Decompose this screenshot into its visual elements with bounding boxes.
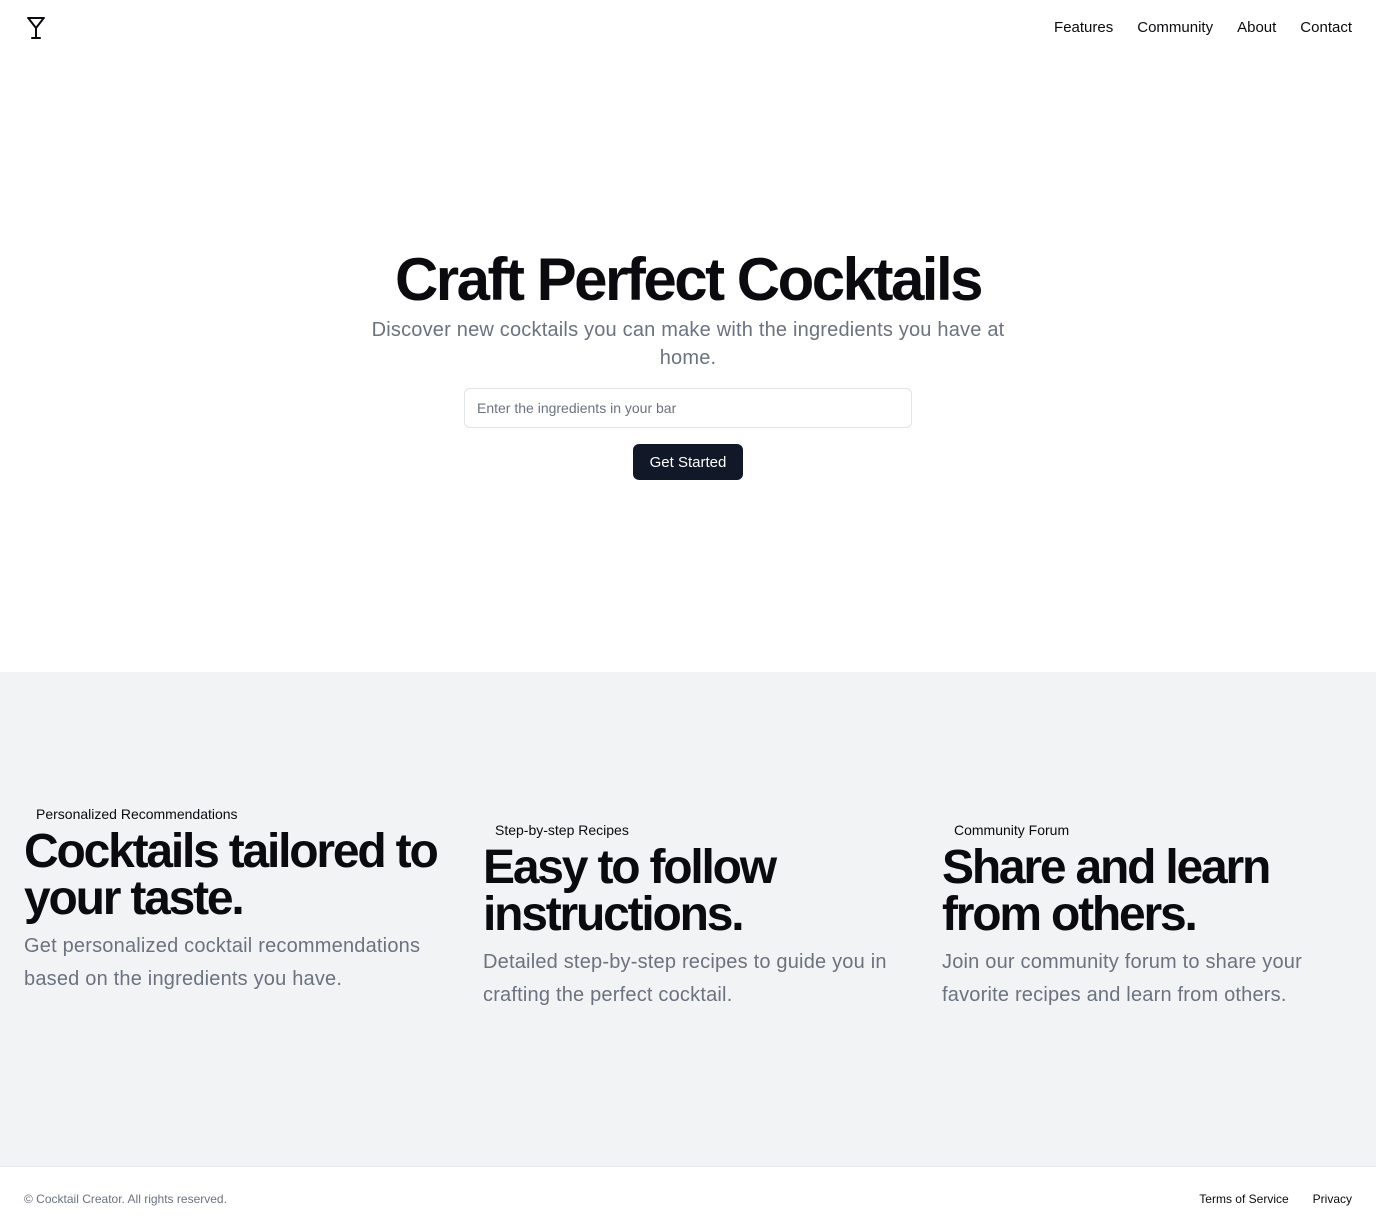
feature-description: Join our community forum to share your f… — [942, 951, 1302, 1006]
feature-card-recommendations: Personalized Recommendations Cocktails t… — [24, 804, 444, 995]
feature-badge: Personalized Recommendations — [36, 806, 238, 822]
site-footer: © Cocktail Creator. All rights reserved.… — [0, 1166, 1376, 1231]
hero-title: Craft Perfect Cocktails — [394, 246, 984, 313]
feature-badge: Step-by-step Recipes — [495, 822, 629, 838]
feature-title: Share and learn from others. — [942, 841, 1271, 941]
feature-description: Detailed step-by-step recipes to guide y… — [483, 951, 887, 1006]
footer-nav: Terms of Service Privacy — [1199, 1191, 1352, 1207]
nav-link-contact[interactable]: Contact — [1300, 18, 1352, 38]
get-started-button[interactable]: Get Started — [633, 444, 743, 480]
feature-title: Easy to follow instructions. — [483, 841, 777, 941]
home-logo-link[interactable] — [24, 15, 48, 41]
feature-card-community: Community Forum Share and learn from oth… — [942, 820, 1362, 1011]
copyright-text: © Cocktail Creator. All rights reserved. — [24, 1192, 227, 1206]
site-header: Features Community About Contact — [0, 0, 1376, 56]
nav-link-features[interactable]: Features — [1054, 18, 1113, 38]
feature-description: Get personalized cocktail recommendation… — [24, 935, 421, 990]
terms-of-service-link[interactable]: Terms of Service — [1199, 1191, 1288, 1207]
feature-title: Cocktails tailored to your taste. — [24, 825, 439, 925]
feature-card-recipes: Step-by-step Recipes Easy to follow inst… — [483, 820, 903, 1011]
hero-section: Craft Perfect Cocktails Discover new coc… — [0, 56, 1376, 672]
martini-glass-icon — [27, 17, 45, 39]
feature-badge: Community Forum — [954, 822, 1070, 838]
hero-subtitle: Discover new cocktails you can make with… — [371, 319, 1005, 369]
features-section: Personalized Recommendations Cocktails t… — [0, 672, 1376, 1166]
ingredients-input[interactable] — [464, 388, 912, 428]
nav-link-community[interactable]: Community — [1137, 18, 1213, 38]
main-nav: Features Community About Contact — [1054, 18, 1352, 38]
privacy-link[interactable]: Privacy — [1313, 1191, 1352, 1207]
nav-link-about[interactable]: About — [1237, 18, 1276, 38]
